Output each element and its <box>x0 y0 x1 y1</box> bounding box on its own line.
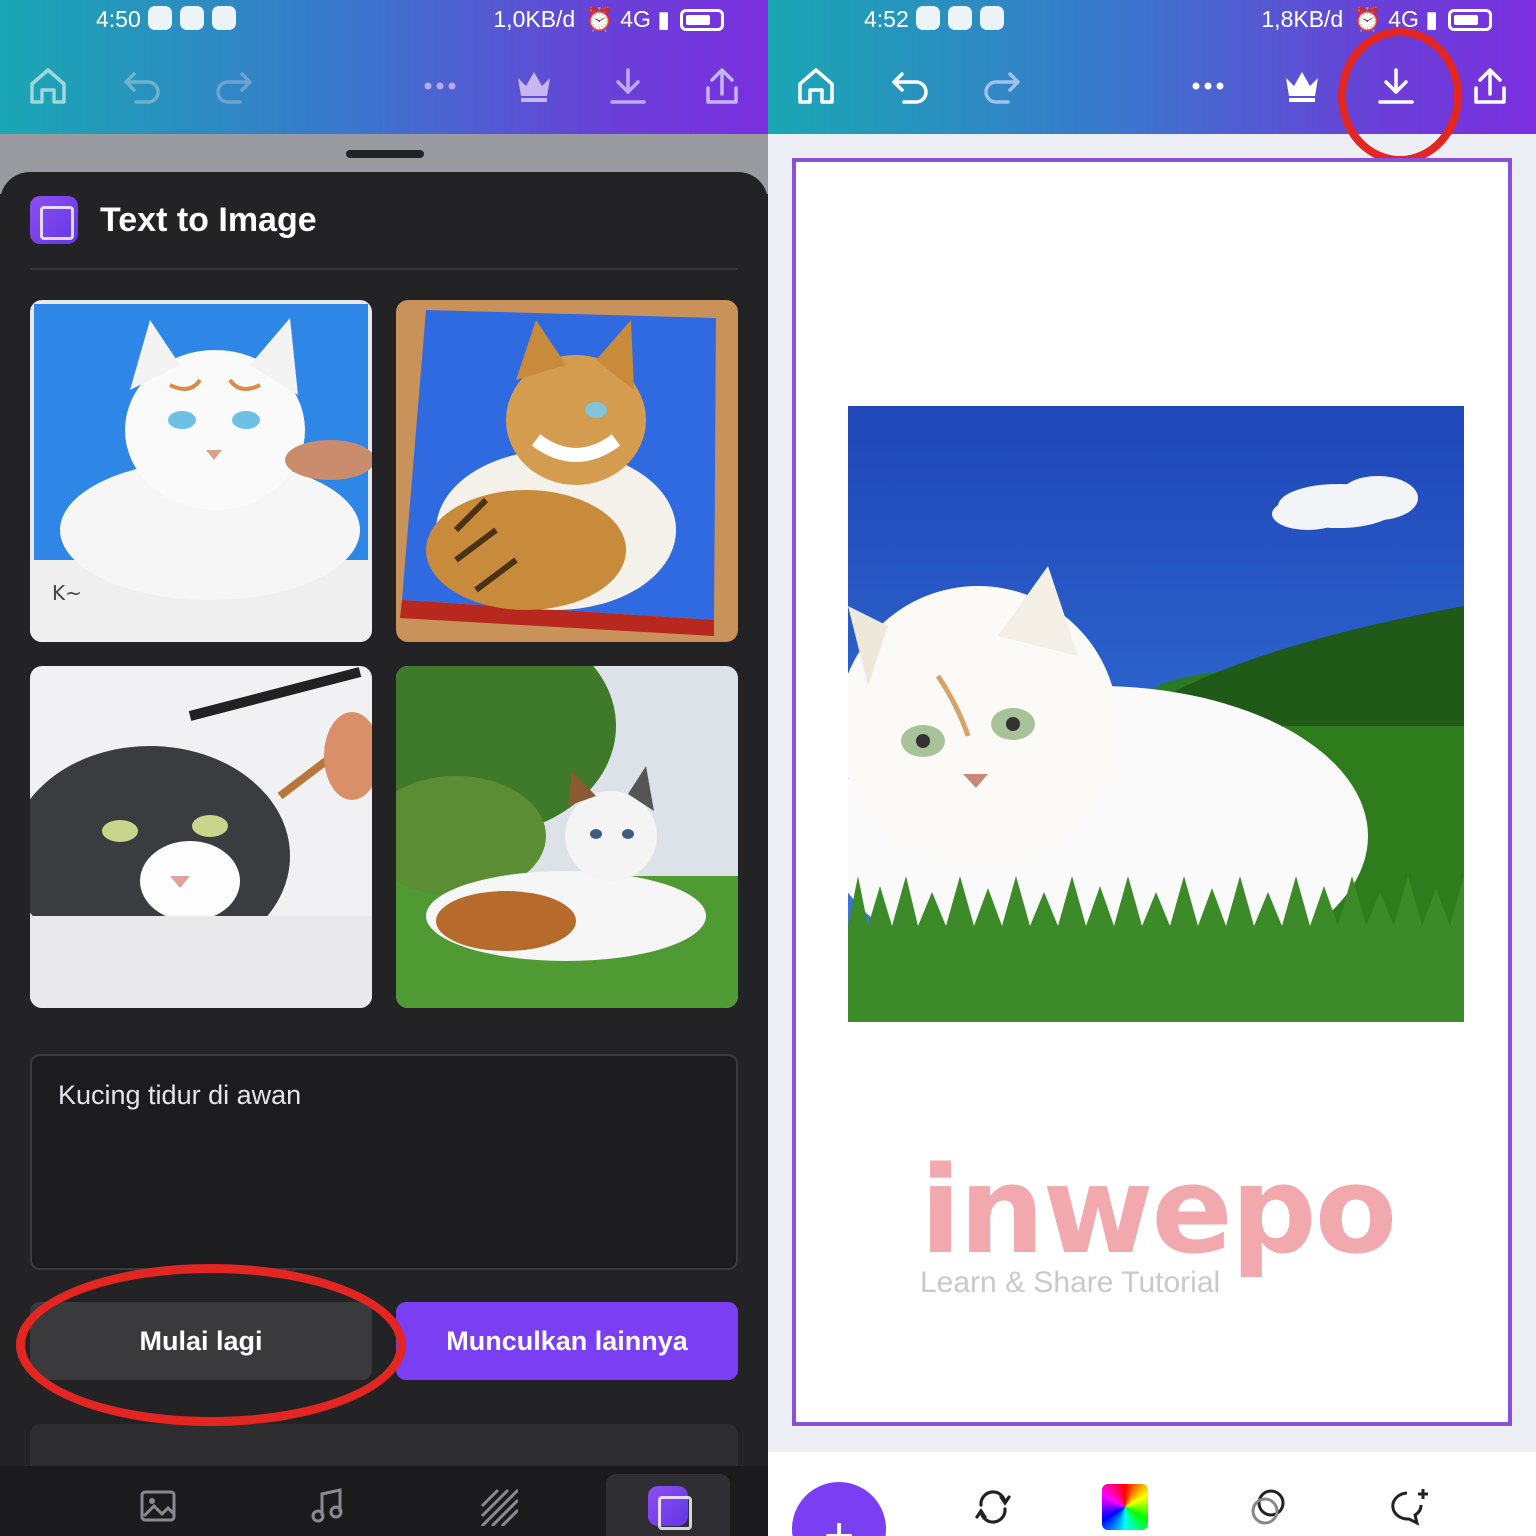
share-icon <box>706 68 738 104</box>
notification-icons <box>148 6 236 30</box>
notification-icon <box>948 6 972 30</box>
music-icon <box>311 1488 343 1523</box>
more-icon <box>1192 82 1224 90</box>
home-icon <box>798 68 834 104</box>
tabby-cat-image <box>396 300 738 642</box>
bottom-toolbar: + <box>768 1452 1536 1536</box>
image-icon <box>140 1490 176 1522</box>
divider <box>30 268 738 270</box>
svg-text:K~: K~ <box>52 581 82 605</box>
undo-button[interactable] <box>112 56 172 116</box>
status-time: 4:50 <box>96 6 141 32</box>
add-comment-icon <box>1391 1489 1428 1526</box>
undo-icon <box>892 72 928 104</box>
pattern-icon <box>480 1488 518 1526</box>
share-button[interactable] <box>692 56 752 116</box>
generated-cat-image[interactable] <box>848 406 1464 1022</box>
white-cat-image: K~ <box>30 300 372 642</box>
result-thumbnail-1[interactable]: K~ <box>30 300 372 642</box>
color-palette-icon <box>1102 1484 1148 1530</box>
notification-icon <box>148 6 172 30</box>
effects-button[interactable] <box>1244 1482 1294 1532</box>
notification-icons <box>916 6 1004 30</box>
battery-icon <box>680 8 724 31</box>
watermark: inwepo Learn & Share Tutorial <box>920 1142 1397 1300</box>
left-screen: 4:50 1,0KB/d ⏰ 4G ▮ Text to Image K~ Kuc… <box>0 0 768 1536</box>
notification-icon <box>916 6 940 30</box>
add-button[interactable]: + <box>792 1482 886 1536</box>
redo-icon <box>216 72 252 104</box>
notification-icon <box>212 6 236 30</box>
result-thumbnail-4[interactable] <box>396 666 738 1008</box>
design-canvas[interactable]: inwepo Learn & Share Tutorial <box>792 158 1512 1426</box>
white-cat-grass-image <box>848 406 1464 1022</box>
result-thumbnail-3[interactable] <box>30 666 372 1008</box>
nav-item-pattern[interactable] <box>468 1476 528 1536</box>
status-right: 1,0KB/d ⏰ 4G ▮ <box>493 6 724 33</box>
nav-item-text-to-image[interactable] <box>638 1476 698 1536</box>
more-button[interactable] <box>410 56 470 116</box>
effects-icon <box>1251 1489 1285 1525</box>
watermark-logo: inwepo <box>920 1142 1397 1281</box>
result-thumbnail-2[interactable] <box>396 300 738 642</box>
rotate-icon <box>975 1490 1011 1524</box>
redo-button[interactable] <box>972 56 1032 116</box>
undo-icon <box>124 72 160 104</box>
share-icon <box>1474 68 1506 104</box>
crown-icon <box>1286 72 1318 102</box>
more-icon <box>424 82 456 90</box>
calico-cat-image <box>396 666 738 1008</box>
highlight-circle <box>16 1264 406 1426</box>
prompt-input[interactable]: Kucing tidur di awan <box>30 1054 738 1270</box>
nav-item-music[interactable] <box>298 1476 358 1536</box>
rotate-button[interactable] <box>968 1482 1018 1532</box>
right-screen: 4:52 1,8KB/d ⏰ 4G ▮ inwepo Learn & Share… <box>768 0 1536 1536</box>
sheet-drag-handle[interactable] <box>346 150 424 158</box>
status-time: 4:52 <box>864 6 909 32</box>
redo-button[interactable] <box>204 56 264 116</box>
nav-item-image[interactable] <box>128 1476 188 1536</box>
share-button[interactable] <box>1460 56 1520 116</box>
network-speed: 1,8KB/d <box>1261 6 1344 32</box>
home-button[interactable] <box>786 56 846 116</box>
prompt-text: Kucing tidur di awan <box>58 1080 302 1110</box>
download-button[interactable] <box>598 56 658 116</box>
grey-cat-image <box>30 666 372 1008</box>
home-button[interactable] <box>18 56 78 116</box>
undo-button[interactable] <box>880 56 940 116</box>
signal-icon: ⏰ 4G ▮ <box>585 6 670 32</box>
notification-icon <box>980 6 1004 30</box>
toolbar-row <box>0 56 768 116</box>
download-icon <box>610 68 646 104</box>
status-right: 1,8KB/d ⏰ 4G ▮ <box>1261 6 1492 33</box>
notification-icon <box>180 6 204 30</box>
redo-icon <box>984 72 1020 104</box>
bottom-nav <box>0 1466 768 1536</box>
highlight-circle <box>1338 28 1462 164</box>
home-icon <box>30 68 66 104</box>
crown-icon <box>518 72 550 102</box>
text-to-image-icon <box>30 196 78 244</box>
color-button[interactable] <box>1100 1482 1150 1532</box>
network-speed: 1,0KB/d <box>493 6 576 32</box>
sheet-title: Text to Image <box>100 200 317 239</box>
more-button[interactable] <box>1178 56 1238 116</box>
status-bar: 4:50 1,0KB/d ⏰ 4G ▮ <box>0 0 768 40</box>
premium-button[interactable] <box>504 56 564 116</box>
battery-icon <box>1448 8 1492 31</box>
generate-more-button[interactable]: Munculkan lainnya <box>396 1302 738 1380</box>
sheet-header: Text to Image <box>30 196 317 244</box>
text-to-image-icon <box>648 1486 692 1530</box>
comment-button[interactable] <box>1384 1482 1434 1532</box>
premium-button[interactable] <box>1272 56 1332 116</box>
